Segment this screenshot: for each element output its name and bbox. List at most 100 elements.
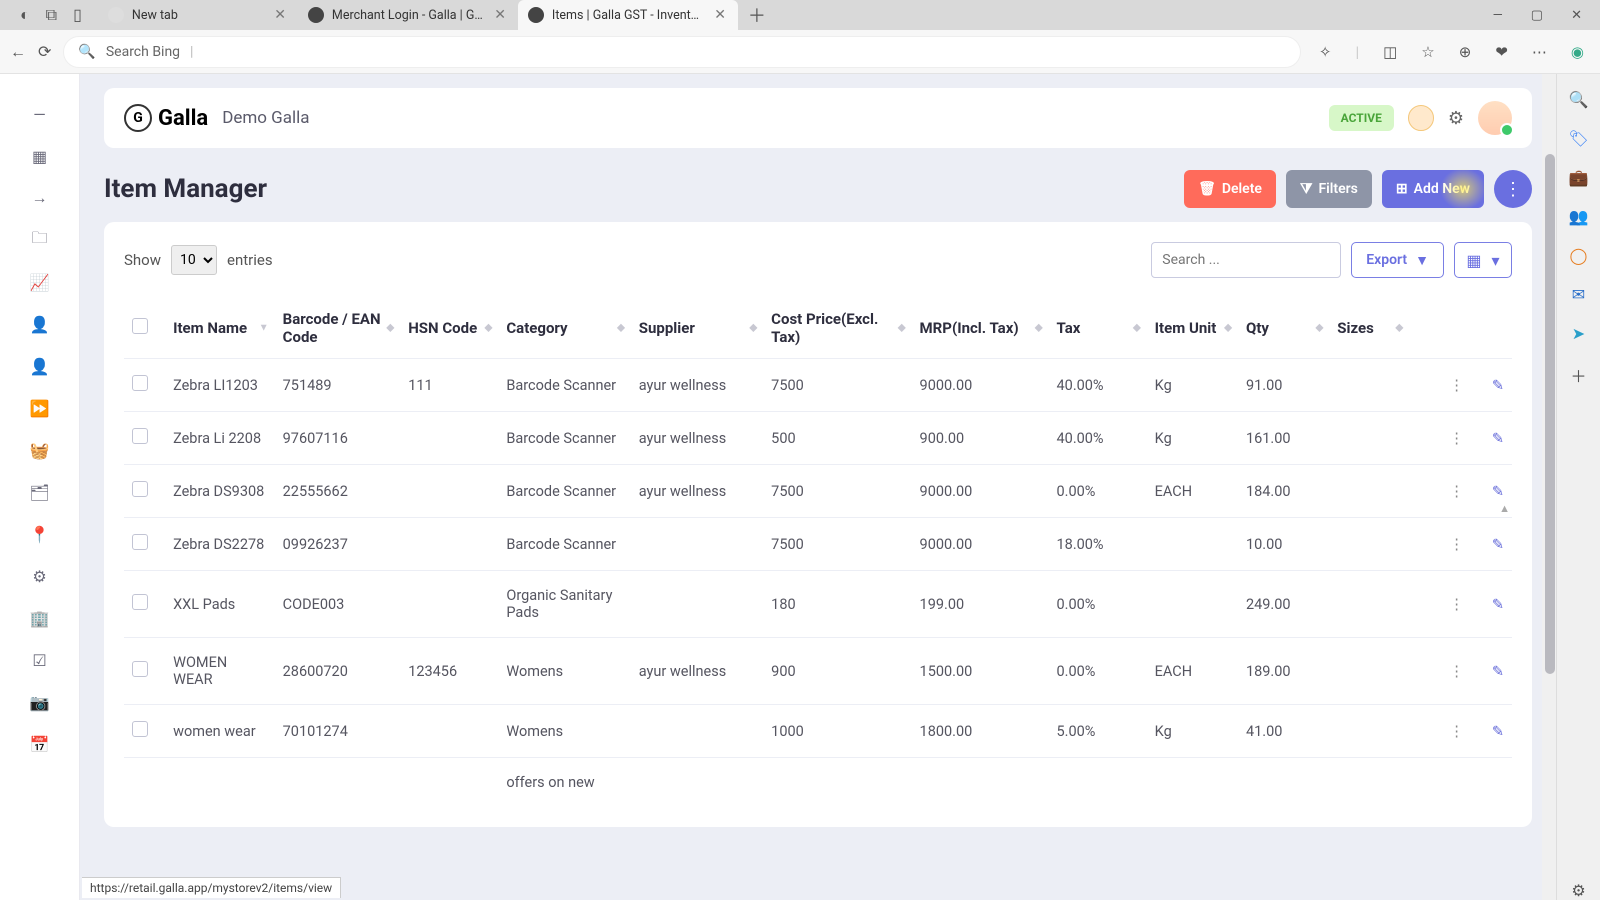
- menu-icon[interactable]: ⋯: [1532, 43, 1547, 61]
- settings-icon[interactable]: ⚙: [30, 566, 50, 586]
- chart-icon[interactable]: 📈: [30, 272, 50, 292]
- page-scrollbar-thumb[interactable]: [1545, 154, 1555, 674]
- col-qty[interactable]: Qty◆: [1238, 298, 1329, 359]
- search-icon[interactable]: 🔍: [1569, 90, 1589, 109]
- col-tax[interactable]: Tax◆: [1049, 298, 1147, 359]
- calendar-icon[interactable]: 📅: [30, 734, 50, 754]
- cell-cost: 500: [763, 412, 911, 465]
- edit-icon[interactable]: ✎: [1492, 377, 1504, 394]
- folder-icon[interactable]: 🗀: [30, 230, 50, 250]
- dashboard-icon[interactable]: ▦: [30, 146, 50, 166]
- row-checkbox[interactable]: [132, 721, 148, 737]
- brand-logo[interactable]: G Galla: [124, 104, 208, 132]
- split-screen-icon[interactable]: ◫: [1383, 43, 1397, 61]
- edit-icon[interactable]: ✎: [1492, 536, 1504, 553]
- page-scrollbar-track[interactable]: [1542, 74, 1556, 900]
- row-menu-icon[interactable]: ⋮: [1449, 430, 1464, 447]
- row-menu-icon[interactable]: ⋮: [1449, 596, 1464, 613]
- user-icon[interactable]: 👤: [30, 314, 50, 334]
- minimize-button[interactable]: —: [1493, 8, 1503, 23]
- edit-icon[interactable]: ✎: [1492, 483, 1504, 500]
- edit-icon[interactable]: ✎: [1492, 430, 1504, 447]
- export-button[interactable]: Export ▼: [1351, 242, 1444, 278]
- row-menu-icon[interactable]: ⋮: [1449, 483, 1464, 500]
- camera-icon[interactable]: 📷: [30, 692, 50, 712]
- edge-settings-icon[interactable]: ⚙: [1571, 881, 1585, 900]
- select-all-checkbox[interactable]: [132, 318, 148, 334]
- profile-icon[interactable]: ◐: [20, 5, 30, 25]
- collapse-icon[interactable]: —: [30, 104, 50, 124]
- row-checkbox[interactable]: [132, 428, 148, 444]
- col-category[interactable]: Category◆: [498, 298, 630, 359]
- delete-button[interactable]: 🗑 Delete: [1184, 170, 1276, 208]
- col-hsn[interactable]: HSN Code◆: [400, 298, 498, 359]
- col-mrp[interactable]: MRP(Incl. Tax)◆: [912, 298, 1049, 359]
- add-tool-icon[interactable]: ＋: [1570, 363, 1586, 387]
- basket-icon[interactable]: 🧺: [30, 440, 50, 460]
- row-actions: ⋮✎: [1417, 536, 1504, 553]
- row-checkbox[interactable]: [132, 534, 148, 550]
- copilot-icon[interactable]: ◉: [1571, 43, 1584, 61]
- shopping-tag-icon[interactable]: 🏷: [1568, 129, 1588, 148]
- close-tab-icon[interactable]: ✕: [712, 7, 728, 23]
- back-button[interactable]: ←: [10, 42, 26, 62]
- send-icon[interactable]: ➤: [1572, 324, 1585, 343]
- check-icon[interactable]: ☑: [30, 650, 50, 670]
- table-scroll-up-icon[interactable]: ▲: [1499, 502, 1510, 515]
- credits-icon[interactable]: [1408, 105, 1434, 131]
- contact-icon[interactable]: 🗂: [30, 482, 50, 502]
- row-checkbox[interactable]: [132, 481, 148, 497]
- address-bar[interactable]: 🔍 Search Bing |: [63, 36, 1300, 68]
- add-new-button[interactable]: ⊞ Add New: [1382, 170, 1484, 208]
- new-tab-button[interactable]: ＋: [738, 2, 776, 28]
- more-fab-button[interactable]: ⋮: [1494, 170, 1532, 208]
- maximize-button[interactable]: ▢: [1531, 8, 1543, 23]
- row-checkbox[interactable]: [132, 375, 148, 391]
- filters-button[interactable]: ⧩ Filters: [1286, 170, 1372, 208]
- people-icon[interactable]: 👥: [1569, 207, 1589, 226]
- row-menu-icon[interactable]: ⋮: [1449, 663, 1464, 680]
- cell-qty: 41.00: [1238, 705, 1329, 758]
- briefcase-icon[interactable]: 💼: [1569, 168, 1589, 187]
- row-checkbox[interactable]: [132, 661, 148, 677]
- page-size-select[interactable]: 10: [171, 245, 217, 275]
- view-toggle-button[interactable]: ▦ ▾: [1454, 242, 1512, 278]
- refresh-button[interactable]: ⟳: [38, 42, 51, 61]
- edit-icon[interactable]: ✎: [1492, 596, 1504, 613]
- gear-icon[interactable]: ⚙: [1448, 108, 1464, 129]
- outlook-icon[interactable]: ✉: [1572, 285, 1585, 304]
- col-cost[interactable]: Cost Price(Excl. Tax)◆: [763, 298, 911, 359]
- row-menu-icon[interactable]: ⋮: [1449, 723, 1464, 740]
- row-menu-icon[interactable]: ⋮: [1449, 536, 1464, 553]
- row-checkbox[interactable]: [132, 594, 148, 610]
- location-icon[interactable]: 📍: [30, 524, 50, 544]
- edit-icon[interactable]: ✎: [1492, 723, 1504, 740]
- col-supplier[interactable]: Supplier◆: [631, 298, 763, 359]
- user2-icon[interactable]: 👤: [30, 356, 50, 376]
- row-menu-icon[interactable]: ⋮: [1449, 377, 1464, 394]
- fastforward-icon[interactable]: ⏩: [30, 398, 50, 418]
- col-item-name[interactable]: Item Name▼: [165, 298, 275, 359]
- office-icon[interactable]: ◯: [1570, 246, 1588, 265]
- col-sizes[interactable]: Sizes◆: [1329, 298, 1409, 359]
- tab-actions-icon[interactable]: ▯: [73, 5, 82, 25]
- reports-icon[interactable]: 🏢: [30, 608, 50, 628]
- edit-icon[interactable]: ✎: [1492, 663, 1504, 680]
- table-search-input[interactable]: [1151, 242, 1341, 278]
- rewards-icon[interactable]: ❤: [1495, 43, 1508, 61]
- arrow-icon[interactable]: →: [30, 188, 50, 208]
- cell-supplier: [631, 518, 763, 571]
- close-tab-icon[interactable]: ✕: [272, 7, 288, 23]
- browser-tab[interactable]: Items | Galla GST - Inventory Soft✕: [518, 0, 738, 30]
- collections-icon[interactable]: ⊕: [1459, 43, 1472, 61]
- col-unit[interactable]: Item Unit◆: [1147, 298, 1238, 359]
- close-tab-icon[interactable]: ✕: [492, 7, 508, 23]
- workspaces-icon[interactable]: ⧉: [46, 5, 57, 25]
- col-barcode[interactable]: Barcode / EAN Code◆: [275, 298, 401, 359]
- close-window-button[interactable]: ✕: [1571, 8, 1582, 23]
- extensions-icon[interactable]: ✧: [1319, 43, 1332, 61]
- browser-tab[interactable]: New tab✕: [98, 0, 298, 30]
- favorites-icon[interactable]: ☆: [1421, 43, 1434, 61]
- avatar[interactable]: [1478, 101, 1512, 135]
- browser-tab[interactable]: Merchant Login - Galla | Galla GS✕: [298, 0, 518, 30]
